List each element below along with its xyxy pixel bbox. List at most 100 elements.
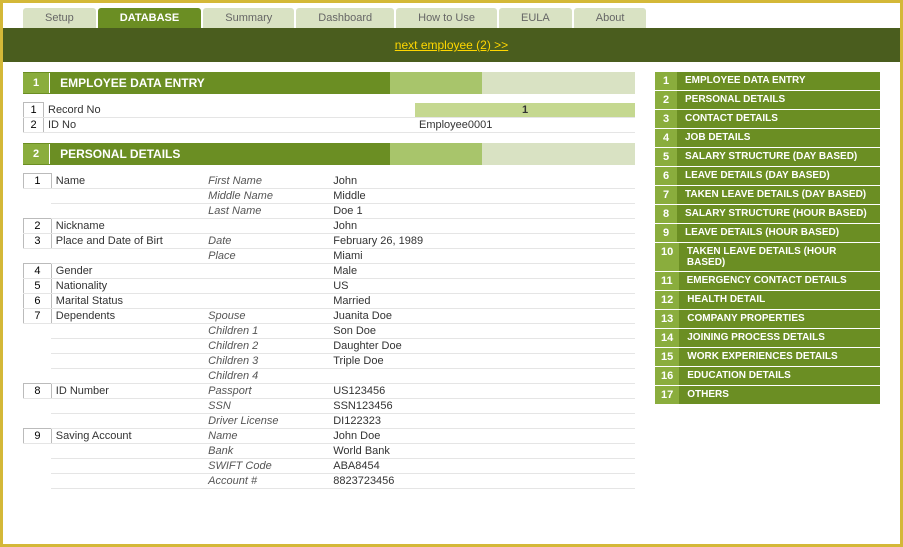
- nav-num: 17: [655, 386, 679, 404]
- row-num: 1: [24, 103, 44, 118]
- field-value[interactable]: US: [329, 279, 635, 294]
- field-value[interactable]: Son Doe: [329, 324, 635, 339]
- section-1-header: 1 EMPLOYEE DATA ENTRY: [23, 72, 635, 94]
- field-label: [51, 339, 204, 354]
- field-value[interactable]: 8823723456: [329, 474, 635, 489]
- field-value[interactable]: John: [329, 219, 635, 234]
- nav-label: JOINING PROCESS DETAILS: [679, 329, 833, 347]
- nav-item-17[interactable]: 17OTHERS: [655, 386, 880, 404]
- tab-how-to-use[interactable]: How to Use: [396, 8, 497, 28]
- nav-item-1[interactable]: 1EMPLOYEE DATA ENTRY: [655, 72, 880, 90]
- nav-item-8[interactable]: 8SALARY STRUCTURE (HOUR BASED): [655, 205, 880, 223]
- row-num: 1: [24, 174, 52, 189]
- field-value[interactable]: World Bank: [329, 444, 635, 459]
- sub-label: Driver License: [204, 414, 329, 429]
- nav-label: SALARY STRUCTURE (HOUR BASED): [677, 205, 875, 223]
- banner: next employee (2) >>: [3, 28, 900, 62]
- field-value[interactable]: Married: [329, 294, 635, 309]
- sub-label: [204, 294, 329, 309]
- row-num: [24, 459, 52, 474]
- field-value[interactable]: Middle: [329, 189, 635, 204]
- nav-num: 4: [655, 129, 677, 147]
- field-value[interactable]: Daughter Doe: [329, 339, 635, 354]
- nav-num: 2: [655, 91, 677, 109]
- tab-dashboard[interactable]: Dashboard: [296, 8, 394, 28]
- field-label: [51, 189, 204, 204]
- nav-item-9[interactable]: 9LEAVE DETAILS (HOUR BASED): [655, 224, 880, 242]
- nav-label: TAKEN LEAVE DETAILS (HOUR BASED): [679, 243, 880, 271]
- field-value[interactable]: Juanita Doe: [329, 309, 635, 324]
- row-num: [24, 204, 52, 219]
- section-2-num: 2: [23, 144, 50, 164]
- nav-item-6[interactable]: 6LEAVE DETAILS (DAY BASED): [655, 167, 880, 185]
- section-2-title: PERSONAL DETAILS: [50, 143, 635, 165]
- field-label: [51, 399, 204, 414]
- field-value[interactable]: Doe 1: [329, 204, 635, 219]
- nav-label: EMERGENCY CONTACT DETAILS: [679, 272, 855, 290]
- nav-item-12[interactable]: 12HEALTH DETAIL: [655, 291, 880, 309]
- row-num: 9: [24, 429, 52, 444]
- field-label: Record No: [44, 103, 416, 118]
- nav-num: 14: [655, 329, 679, 347]
- table-row: Driver LicenseDI122323: [24, 414, 636, 429]
- tab-database[interactable]: DATABASE: [98, 8, 201, 28]
- table-row: 5NationalityUS: [24, 279, 636, 294]
- field-value[interactable]: John: [329, 174, 635, 189]
- nav-item-14[interactable]: 14JOINING PROCESS DETAILS: [655, 329, 880, 347]
- field-label: Marital Status: [51, 294, 204, 309]
- field-value[interactable]: Male: [329, 264, 635, 279]
- section-1-table: 1Record No12ID NoEmployee0001: [23, 102, 635, 133]
- nav-item-3[interactable]: 3CONTACT DETAILS: [655, 110, 880, 128]
- nav-label: WORK EXPERIENCES DETAILS: [679, 348, 845, 366]
- nav-item-7[interactable]: 7TAKEN LEAVE DETAILS (DAY BASED): [655, 186, 880, 204]
- field-value[interactable]: February 26, 1989: [329, 234, 635, 249]
- field-value[interactable]: US123456: [329, 384, 635, 399]
- row-num: 2: [24, 118, 44, 133]
- nav-label: LEAVE DETAILS (DAY BASED): [677, 167, 838, 185]
- field-label: ID No: [44, 118, 416, 133]
- tab-setup[interactable]: Setup: [23, 8, 96, 28]
- nav-num: 12: [655, 291, 679, 309]
- nav-item-5[interactable]: 5SALARY STRUCTURE (DAY BASED): [655, 148, 880, 166]
- row-num: [24, 414, 52, 429]
- sub-label: Account #: [204, 474, 329, 489]
- nav-num: 13: [655, 310, 679, 328]
- tab-about[interactable]: About: [574, 8, 647, 28]
- field-value[interactable]: Triple Doe: [329, 354, 635, 369]
- field-value[interactable]: SSN123456: [329, 399, 635, 414]
- nav-item-11[interactable]: 11EMERGENCY CONTACT DETAILS: [655, 272, 880, 290]
- nav-item-15[interactable]: 15WORK EXPERIENCES DETAILS: [655, 348, 880, 366]
- tab-summary[interactable]: Summary: [203, 8, 294, 28]
- nav-num: 10: [655, 243, 679, 271]
- tab-eula[interactable]: EULA: [499, 8, 572, 28]
- nav-label: TAKEN LEAVE DETAILS (DAY BASED): [677, 186, 874, 204]
- sub-label: Children 3: [204, 354, 329, 369]
- nav-num: 16: [655, 367, 679, 385]
- field-value[interactable]: John Doe: [329, 429, 635, 444]
- field-value[interactable]: Miami: [329, 249, 635, 264]
- main-form: 1 EMPLOYEE DATA ENTRY 1Record No12ID NoE…: [23, 72, 635, 489]
- table-row: Children 2Daughter Doe: [24, 339, 636, 354]
- field-value[interactable]: 1: [415, 103, 635, 118]
- table-row: 3Place and Date of BirtDateFebruary 26, …: [24, 234, 636, 249]
- next-employee-link[interactable]: next employee (2) >>: [395, 38, 508, 52]
- nav-item-4[interactable]: 4JOB DETAILS: [655, 129, 880, 147]
- table-row: SWIFT CodeABA8454: [24, 459, 636, 474]
- section-2-table: 1NameFirst NameJohnMiddle NameMiddleLast…: [23, 173, 635, 489]
- nav-item-10[interactable]: 10TAKEN LEAVE DETAILS (HOUR BASED): [655, 243, 880, 271]
- nav-item-16[interactable]: 16EDUCATION DETAILS: [655, 367, 880, 385]
- nav-num: 1: [655, 72, 677, 90]
- field-label: [51, 414, 204, 429]
- sub-label: Place: [204, 249, 329, 264]
- table-row: 1Record No1: [24, 103, 636, 118]
- field-value[interactable]: DI122323: [329, 414, 635, 429]
- row-num: [24, 324, 52, 339]
- table-row: 2NicknameJohn: [24, 219, 636, 234]
- field-value[interactable]: ABA8454: [329, 459, 635, 474]
- nav-item-13[interactable]: 13COMPANY PROPERTIES: [655, 310, 880, 328]
- nav-item-2[interactable]: 2PERSONAL DETAILS: [655, 91, 880, 109]
- field-value[interactable]: [329, 369, 635, 384]
- field-value[interactable]: Employee0001: [415, 118, 635, 133]
- nav-num: 8: [655, 205, 677, 223]
- row-num: 6: [24, 294, 52, 309]
